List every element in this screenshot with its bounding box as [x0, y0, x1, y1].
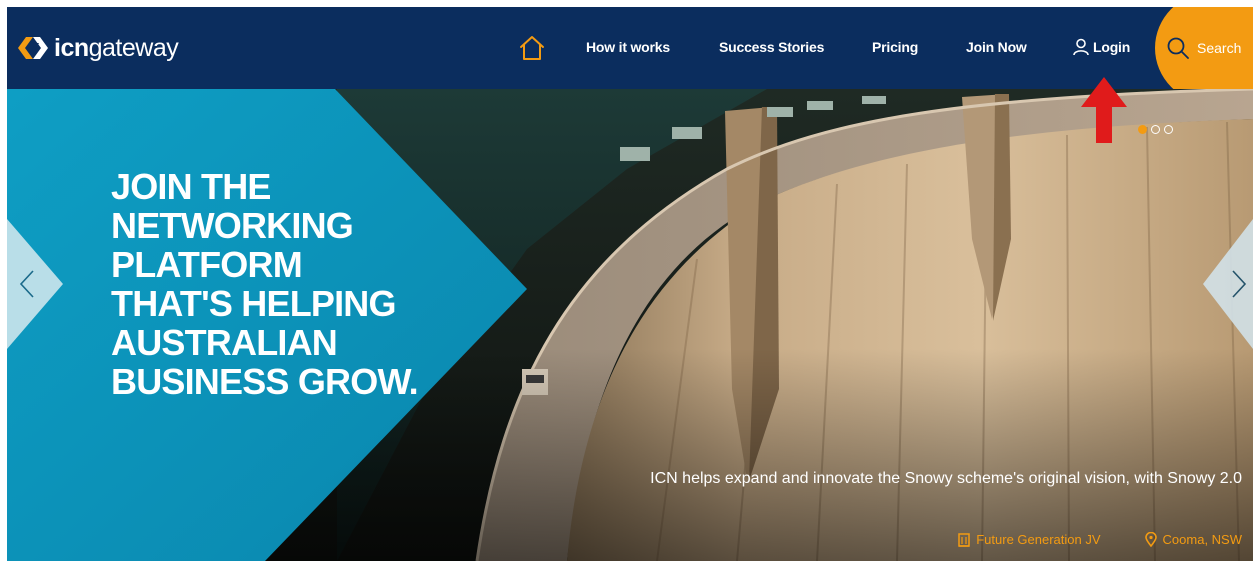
carousel-dot-3[interactable]: [1164, 125, 1173, 134]
nav-success-stories[interactable]: Success Stories: [719, 37, 824, 57]
map-pin-icon: [1144, 532, 1157, 547]
search-icon: [1167, 37, 1189, 59]
hero-location[interactable]: Cooma, NSW: [1144, 532, 1242, 547]
building-icon: [958, 532, 970, 547]
nav-how-it-works[interactable]: How it works: [586, 37, 670, 57]
hero-headline: JOIN THE NETWORKING PLATFORM THAT'S HELP…: [111, 166, 419, 402]
search-button-content: Search: [1167, 37, 1241, 59]
login-label: Login: [1093, 39, 1131, 55]
hero-carousel: JOIN THE NETWORKING PLATFORM THAT'S HELP…: [7, 89, 1253, 561]
page: icngateway How it works Success Stories …: [0, 0, 1253, 561]
hero-location-name: Cooma, NSW: [1162, 532, 1242, 547]
search-label: Search: [1197, 40, 1242, 56]
site-header: icngateway How it works Success Stories …: [7, 7, 1253, 89]
nav-join-now[interactable]: Join Now: [966, 37, 1027, 57]
hero-meta: Future Generation JV Cooma, NSW: [958, 532, 1242, 547]
login-link[interactable]: Login: [1073, 37, 1130, 57]
hero-company[interactable]: Future Generation JV: [958, 532, 1101, 547]
carousel-dots: [1138, 125, 1173, 134]
nav-pricing[interactable]: Pricing: [872, 37, 918, 57]
home-icon[interactable]: [518, 34, 546, 62]
carousel-dot-1[interactable]: [1138, 125, 1147, 134]
carousel-next-button[interactable]: [1203, 219, 1253, 349]
carousel-dot-2[interactable]: [1151, 125, 1160, 134]
hero-company-name: Future Generation JV: [976, 532, 1101, 547]
main-nav: How it works Success Stories Pricing Joi…: [7, 7, 1253, 89]
user-icon: [1073, 38, 1089, 56]
red-arrow-icon: [1081, 77, 1127, 143]
carousel-prev-button[interactable]: [7, 219, 63, 349]
hero-caption: ICN helps expand and innovate the Snowy …: [650, 470, 1242, 487]
search-button[interactable]: Search: [1155, 7, 1253, 89]
